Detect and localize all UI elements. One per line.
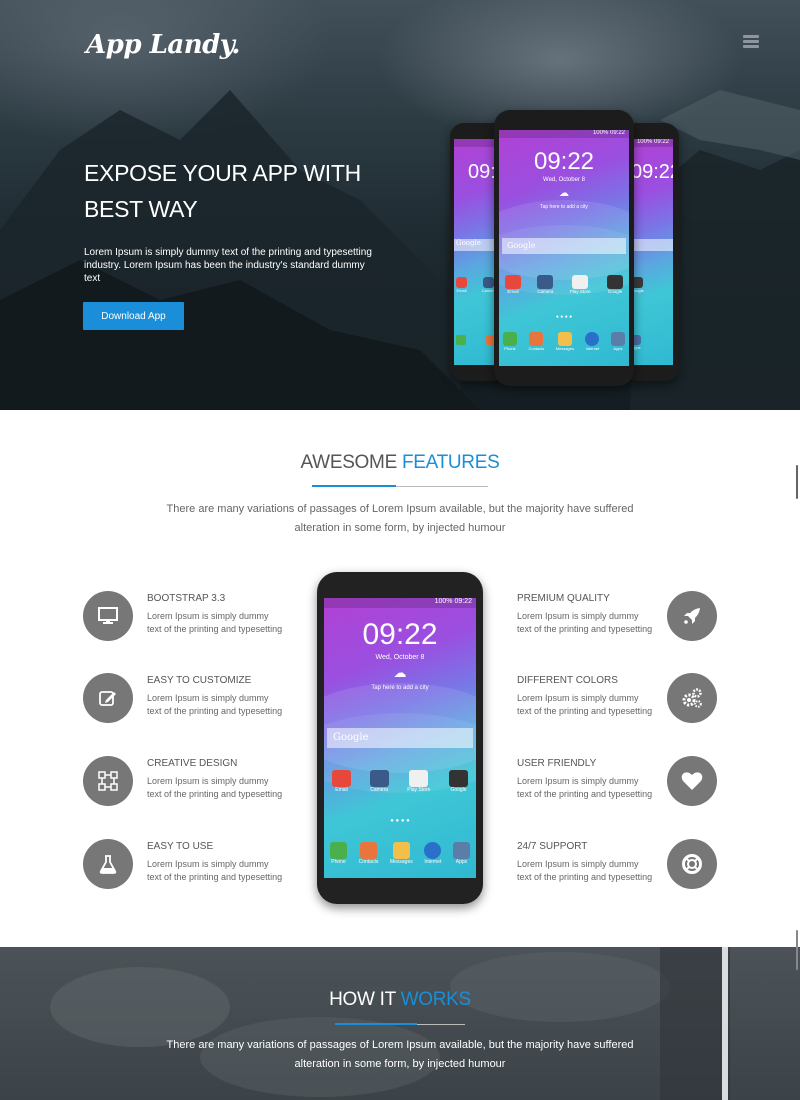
how-it-works-title: HOW IT WORKS (329, 989, 471, 1010)
scrollbar-thumb[interactable] (796, 465, 798, 499)
how-it-works-section: HOW IT WORKS There are many variations o… (0, 947, 800, 1100)
hero-title-line2: BEST WAY (84, 196, 198, 222)
feature-different-colors: DIFFERENT COLORS Lorem Ipsum is simply d… (517, 672, 767, 728)
feature-premium-quality: PREMIUM QUALITY Lorem Ipsum is simply du… (517, 590, 767, 646)
phone-clock: 09:22 (362, 618, 438, 651)
phone-mockup-center: 100% 09:22 09:22 Wed, October 8 ☁ Tap he… (317, 572, 483, 904)
feature-user-friendly: USER FRIENDLY Lorem Ipsum is simply dumm… (517, 755, 767, 811)
monitor-icon (83, 591, 133, 641)
phone-screen: 100% 09:22 09:22 Wed, October 8 ☁ Tap he… (324, 598, 476, 878)
lifebuoy-icon (667, 839, 717, 889)
hamburger-menu-icon[interactable] (743, 35, 759, 48)
download-app-button[interactable]: Download App (83, 302, 184, 330)
title-underline-accent (312, 485, 396, 487)
cloud-icon: ☁ (559, 188, 569, 199)
vector-icon (83, 756, 133, 806)
hero-section: App Landy. EXPOSE YOUR APP WITH BEST WAY… (0, 0, 800, 410)
phone-clock: 09:22 (533, 148, 595, 175)
title-underline (396, 486, 488, 487)
gears-icon (667, 673, 717, 723)
logo[interactable]: App Landy. (86, 30, 240, 60)
phone-mockup-front: 100% 09:22 09:22 Wed, October 8 ☁ Tap he… (494, 110, 634, 386)
title-underline-accent (335, 1023, 417, 1025)
features-subtitle: There are many variations of passages of… (166, 503, 634, 534)
flask-icon (83, 839, 133, 889)
google-search-bar: Google (327, 728, 473, 748)
heart-icon (667, 756, 717, 806)
hero-description: Lorem Ipsum is simply dummy text of the … (84, 247, 372, 284)
phone-screen: 100% 09:22 09:22 Wed, October 8 ☁ Tap he… (499, 130, 629, 366)
feature-easy-to-use: EASY TO USE Lorem Ipsum is simply dummy t… (83, 838, 333, 894)
google-search-bar: Google (502, 238, 626, 254)
feature-customize: EASY TO CUSTOMIZE Lorem Ipsum is simply … (83, 672, 333, 728)
features-title: AWESOME FEATURES (300, 452, 500, 473)
hero-title-line1: EXPOSE YOUR APP WITH (84, 160, 361, 186)
cloud-icon: ☁ (393, 665, 407, 680)
feature-bootstrap: BOOTSTRAP 3.3 Lorem Ipsum is simply dumm… (83, 590, 333, 646)
feature-creative-design: CREATIVE DESIGN Lorem Ipsum is simply du… (83, 755, 333, 811)
how-it-works-subtitle: There are many variations of passages of… (166, 1039, 634, 1070)
scrollbar-thumb-secondary[interactable] (796, 930, 798, 970)
hero-title: EXPOSE YOUR APP WITH BEST WAY (84, 155, 384, 227)
rocket-icon (667, 591, 717, 641)
title-underline (417, 1024, 465, 1025)
edit-icon (83, 673, 133, 723)
feature-support: 24/7 SUPPORT Lorem Ipsum is simply dummy… (517, 838, 767, 894)
